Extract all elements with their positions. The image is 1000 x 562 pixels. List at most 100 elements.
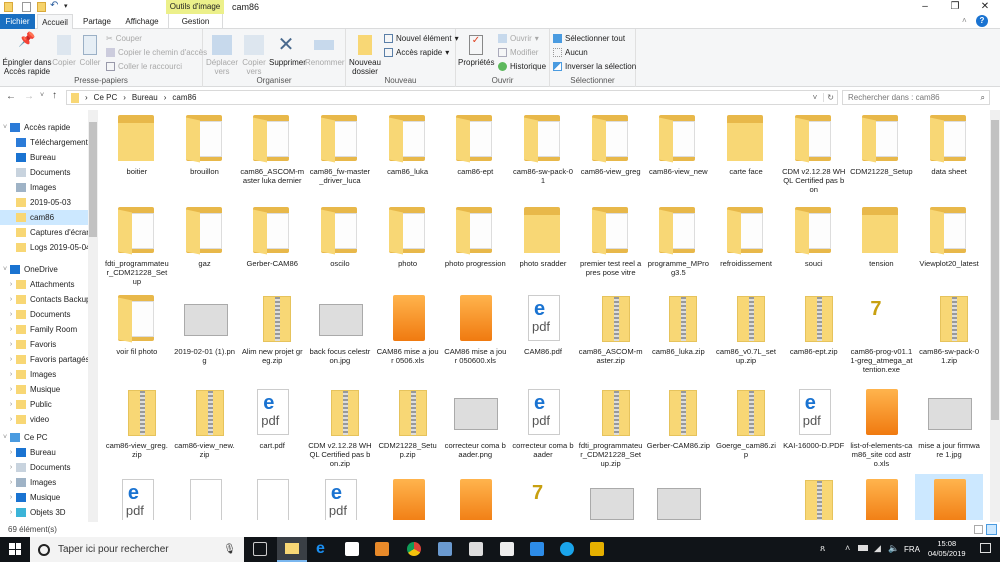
windows-start-icon[interactable]	[9, 543, 21, 555]
search-input[interactable]: Rechercher dans : cam86 ⌕	[842, 90, 990, 105]
file-item[interactable]: gaz	[171, 202, 239, 290]
store-icon[interactable]	[345, 542, 359, 556]
nav-item[interactable]: › Documents	[0, 307, 88, 322]
people-icon[interactable]: ጸ	[820, 543, 825, 554]
address-dropdown-icon[interactable]: ˅	[813, 93, 818, 102]
refresh-icon[interactable]: ↻	[823, 93, 837, 102]
file-item[interactable]	[645, 474, 713, 520]
history-button[interactable]: Historique	[498, 62, 546, 71]
file-item[interactable]: e pdf KAI-16000-D.PDF	[780, 384, 848, 474]
customize-quick-access-icon[interactable]: ▾	[64, 2, 68, 10]
tab-gestion[interactable]: Gestion	[168, 14, 223, 29]
up-button[interactable]: ↑	[52, 90, 57, 101]
file-item[interactable]	[577, 474, 645, 520]
nav-item[interactable]: › Attachments	[0, 277, 88, 292]
file-item[interactable]	[712, 474, 780, 520]
nav-item[interactable]: Captures d'écran	[0, 225, 88, 240]
file-item[interactable]	[374, 474, 442, 520]
nav-item[interactable]: › Family Room	[0, 322, 88, 337]
nav-item[interactable]: Téléchargements	[0, 135, 88, 150]
properties-button[interactable]: ✓ Propriétés	[458, 35, 494, 67]
nav-item[interactable]: › Contacts Backup	[0, 292, 88, 307]
skype-icon[interactable]	[560, 542, 574, 556]
scrollbar-thumb[interactable]	[991, 120, 999, 420]
network-icon[interactable]: ◢	[874, 543, 881, 554]
file-item[interactable]	[780, 474, 848, 520]
file-item[interactable]: e pdf correcteur coma baader	[509, 384, 577, 474]
file-item[interactable]: photo progression	[441, 202, 509, 290]
close-button[interactable]: ✕	[970, 0, 1000, 14]
address-bar[interactable]: › Ce PC › Bureau › cam86 ˅ ↻	[66, 90, 838, 105]
chevron-down-icon[interactable]: ˅	[0, 266, 10, 273]
nav-item[interactable]: › Favoris partagés	[0, 352, 88, 367]
easy-access-button[interactable]: Accès rapide ▾	[384, 48, 449, 57]
nav-item[interactable]: › video	[0, 412, 88, 427]
help-icon[interactable]: ?	[976, 15, 988, 27]
file-item[interactable]: cam86-view_new.zip	[171, 384, 239, 474]
file-item[interactable]: oscilo	[306, 202, 374, 290]
file-item[interactable]: cam86-ept	[441, 110, 509, 202]
file-item[interactable]: cam86-view_greg	[577, 110, 645, 202]
mail-icon[interactable]	[500, 542, 514, 556]
file-item[interactable]: boitier	[103, 110, 171, 202]
details-view-icon[interactable]	[974, 525, 983, 534]
file-item[interactable]: carte face	[712, 110, 780, 202]
chevron-right-icon[interactable]: ›	[6, 281, 16, 288]
file-item[interactable]: CDM21228_Setup.zip	[374, 384, 442, 474]
nav-item[interactable]: ˅ Ce PC	[0, 430, 88, 445]
file-item[interactable]: Goerge_cam86.zip	[712, 384, 780, 474]
file-item[interactable]: souci	[780, 202, 848, 290]
nav-item[interactable]: › Public	[0, 397, 88, 412]
nav-item[interactable]: Images	[0, 180, 88, 195]
chevron-right-icon[interactable]: ›	[6, 296, 16, 303]
chevron-right-icon[interactable]: ›	[6, 326, 16, 333]
move-to-button[interactable]: Déplacer vers	[205, 35, 239, 76]
chevron-right-icon[interactable]: ›	[6, 386, 16, 393]
open-button[interactable]: Ouvrir ▾	[498, 34, 539, 43]
file-item[interactable]: CAM86 mise a jour 050600.xls	[441, 290, 509, 384]
select-none-button[interactable]: Aucun	[553, 48, 588, 57]
file-item[interactable]: cam86-view_greg.zip	[103, 384, 171, 474]
battery-icon[interactable]	[858, 545, 868, 551]
copy-button[interactable]: Copier	[52, 35, 76, 67]
chevron-right-icon[interactable]: ›	[6, 401, 16, 408]
nav-item[interactable]: › Objets 3D	[0, 505, 88, 520]
file-item[interactable]: cam86_luka	[374, 110, 442, 202]
paste-shortcut-button[interactable]: Coller le raccourci	[106, 62, 182, 71]
file-item[interactable]: cam86_fw-master_driver_luca	[306, 110, 374, 202]
chevron-right-icon[interactable]: ›	[6, 479, 16, 486]
select-all-button[interactable]: Sélectionner tout	[553, 34, 625, 43]
file-item[interactable]: cam86_luka.zip	[645, 290, 713, 384]
file-item[interactable]: 7 cam86-prog-v01.11-greg_atmega_attention…	[848, 290, 916, 384]
file-item[interactable]: e pdf	[306, 474, 374, 520]
nav-item[interactable]: › Favoris	[0, 337, 88, 352]
chevron-right-icon[interactable]: ›	[6, 371, 16, 378]
nav-item[interactable]: › Bureau	[0, 445, 88, 460]
file-item[interactable]: cam86-ept.zip	[780, 290, 848, 384]
breadcrumb-ce-pc[interactable]: Ce PC	[94, 93, 118, 102]
task-view-icon[interactable]	[253, 542, 267, 556]
chevron-right-icon[interactable]: ›	[6, 341, 16, 348]
back-button[interactable]: ←	[6, 91, 16, 102]
file-item[interactable]: programme_MProg3.5	[645, 202, 713, 290]
file-item[interactable]: e pdf CAM86.pdf	[509, 290, 577, 384]
file-item[interactable]	[441, 474, 509, 520]
nav-item[interactable]: cam86	[0, 210, 88, 225]
file-item[interactable]: premier test reel apres pose vitre	[577, 202, 645, 290]
nav-item[interactable]: Bureau	[0, 150, 88, 165]
large-icons-view-icon[interactable]	[986, 524, 997, 535]
nav-item[interactable]: › Musique	[0, 490, 88, 505]
tab-accueil[interactable]: Accueil	[37, 14, 73, 29]
file-item[interactable]: CAM86 mise a jour 0506.xls	[374, 290, 442, 384]
chevron-right-icon[interactable]: ›	[6, 449, 16, 456]
pin-quick-access-button[interactable]: 📌 Épingler dans Accès rapide	[2, 32, 52, 76]
file-item[interactable]: data sheet	[915, 110, 983, 202]
chevron-right-icon[interactable]: ›	[6, 356, 16, 363]
file-item[interactable]	[238, 474, 306, 520]
file-item[interactable]: refroidissement	[712, 202, 780, 290]
chevron-right-icon[interactable]: ›	[6, 311, 16, 318]
remote-desktop-icon[interactable]	[438, 542, 452, 556]
file-item[interactable]: fdti_programmateur_CDM21228_Setup	[103, 202, 171, 290]
nav-item[interactable]: Documents	[0, 165, 88, 180]
file-item[interactable]: cam86-sw-pack-01.zip	[915, 290, 983, 384]
